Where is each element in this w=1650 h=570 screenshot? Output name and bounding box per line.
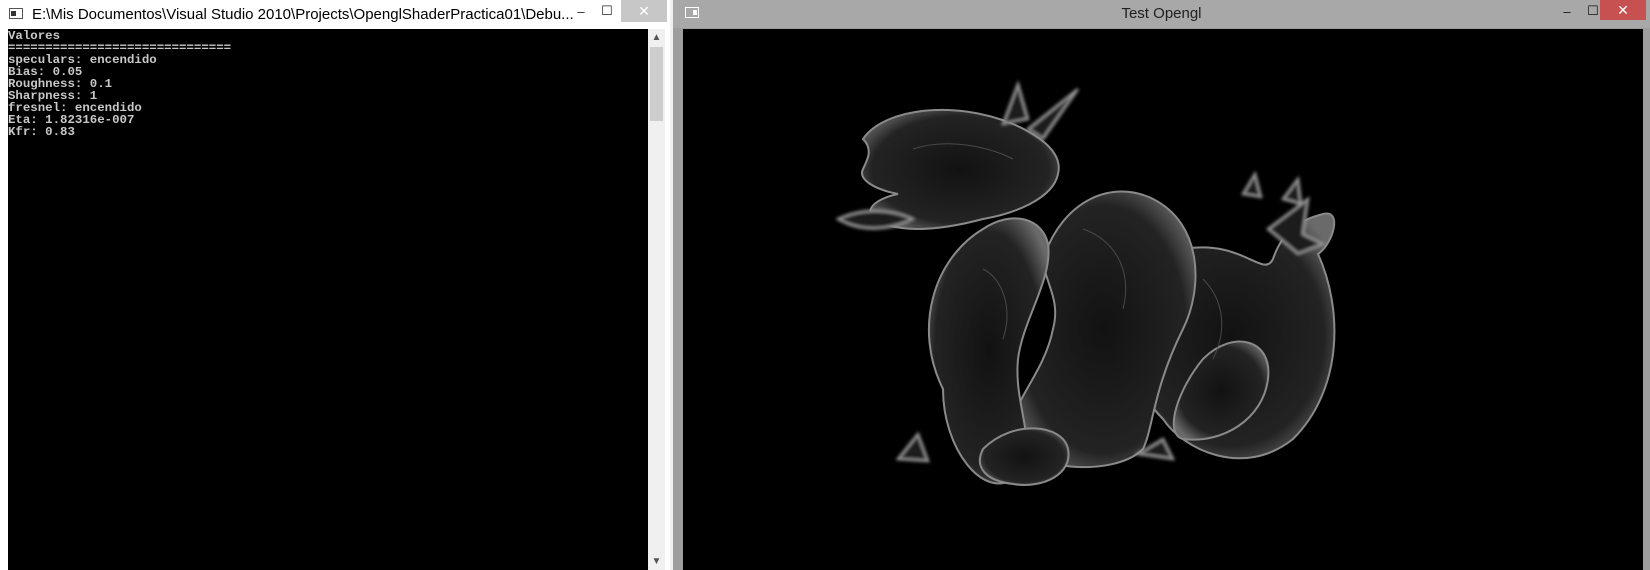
dragon-horn xyxy=(1001,80,1030,126)
dragon-render xyxy=(835,80,1336,486)
console-titlebar[interactable]: E:\Mis Documentos\Visual Studio 2010\Pro… xyxy=(0,0,670,29)
maximize-button[interactable]: ☐ xyxy=(593,0,621,22)
console-text: Valores ============================== s… xyxy=(8,30,231,138)
close-button[interactable]: ✕ xyxy=(621,0,667,22)
console-title: E:\Mis Documentos\Visual Studio 2010\Pro… xyxy=(32,6,574,23)
opengl-window: Test Opengl – ☐ ✕ xyxy=(673,0,1650,570)
scroll-down-arrow-icon[interactable]: ▼ xyxy=(648,553,665,570)
opengl-viewport[interactable] xyxy=(683,29,1643,570)
dragon-horn xyxy=(1025,88,1080,141)
dragon-spike xyxy=(1240,170,1263,199)
vertical-scrollbar[interactable]: ▲ ▼ xyxy=(648,29,665,570)
console-window: E:\Mis Documentos\Visual Studio 2010\Pro… xyxy=(0,0,670,570)
dragon-claw xyxy=(895,431,930,463)
opengl-title: Test Opengl xyxy=(1121,5,1202,22)
console-output[interactable]: Valores ============================== s… xyxy=(8,29,648,570)
scroll-up-arrow-icon[interactable]: ▲ xyxy=(648,29,665,46)
opengl-titlebar[interactable]: Test Opengl – ☐ ✕ xyxy=(673,0,1650,28)
dragon-spike xyxy=(1280,175,1303,206)
scroll-thumb[interactable] xyxy=(650,47,663,121)
console-app-icon[interactable] xyxy=(9,8,23,19)
minimize-button[interactable]: – xyxy=(1553,0,1581,22)
minimize-button[interactable]: – xyxy=(567,0,595,22)
console-line: Kfr: 0.83 xyxy=(8,125,75,139)
close-button[interactable]: ✕ xyxy=(1600,0,1646,20)
